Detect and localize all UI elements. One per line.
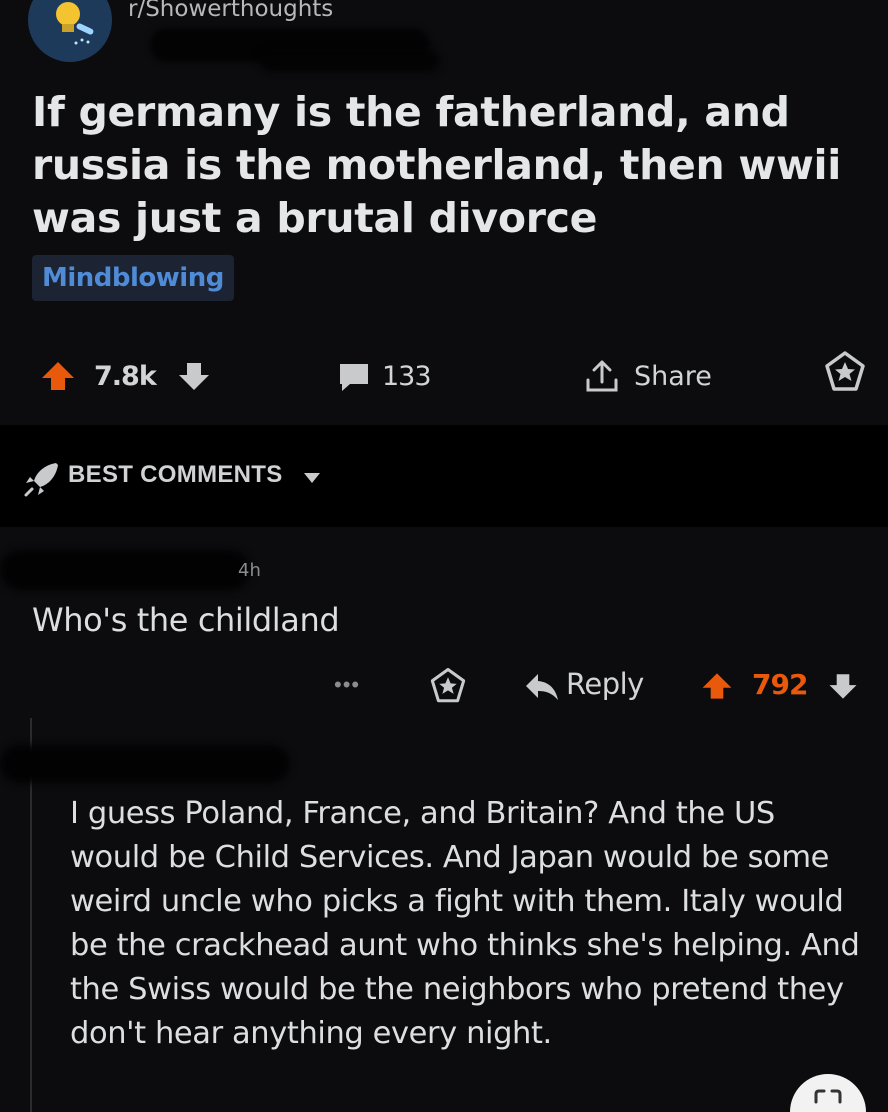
- comment-count: 133: [382, 360, 432, 392]
- arrow-up-icon: [42, 362, 74, 390]
- share-icon: [586, 360, 618, 392]
- subreddit-avatar[interactable]: [28, 0, 112, 62]
- share-button[interactable]: [582, 356, 622, 396]
- post-vote-count: 7.8k: [94, 360, 157, 392]
- award-icon: [825, 351, 865, 391]
- post-title: If germany is the fatherland, and russia…: [32, 88, 842, 242]
- speech-bubble-icon: [340, 364, 368, 391]
- redacted-commenter: [0, 745, 290, 783]
- reply-button[interactable]: Reply: [566, 667, 644, 701]
- award-button[interactable]: [822, 351, 868, 392]
- chevron-down-icon[interactable]: [302, 471, 322, 485]
- downvote-button[interactable]: [176, 356, 212, 396]
- reply-arrow-icon[interactable]: [524, 670, 560, 704]
- award-icon[interactable]: [428, 666, 468, 706]
- ellipsis-icon[interactable]: •••: [334, 672, 360, 698]
- reply-comment-body: I guess Poland, France, and Britain? And…: [70, 796, 860, 1051]
- lightbulb-shower-icon: [56, 2, 94, 45]
- lens-icon: [814, 1089, 842, 1104]
- comment-action-bar: ••• Reply 792: [0, 660, 888, 710]
- post-flair[interactable]: Mindblowing: [32, 255, 234, 301]
- rocket-icon: [24, 463, 58, 497]
- comments-button[interactable]: [334, 356, 374, 396]
- sort-bar[interactable]: BEST COMMENTS: [0, 425, 888, 527]
- arrow-down-icon[interactable]: [826, 668, 860, 704]
- arrow-up-icon[interactable]: [698, 668, 736, 704]
- lens-button[interactable]: [790, 1074, 866, 1112]
- comment-timestamp: 4h: [238, 560, 261, 581]
- subreddit-name[interactable]: r/Showerthoughts: [128, 0, 333, 22]
- comment-body: Who's the childland: [32, 601, 340, 639]
- sort-label[interactable]: BEST COMMENTS: [68, 461, 283, 489]
- redacted-commenter: [0, 550, 250, 590]
- post-action-bar: 7.8k 133 Share: [0, 340, 888, 414]
- share-label[interactable]: Share: [634, 356, 712, 396]
- post-header: r/Showerthoughts: [0, 0, 888, 80]
- upvote-button[interactable]: [38, 356, 78, 396]
- arrow-down-icon: [179, 363, 209, 390]
- redacted-author: [260, 50, 440, 72]
- comment-vote-count: 792: [752, 668, 808, 701]
